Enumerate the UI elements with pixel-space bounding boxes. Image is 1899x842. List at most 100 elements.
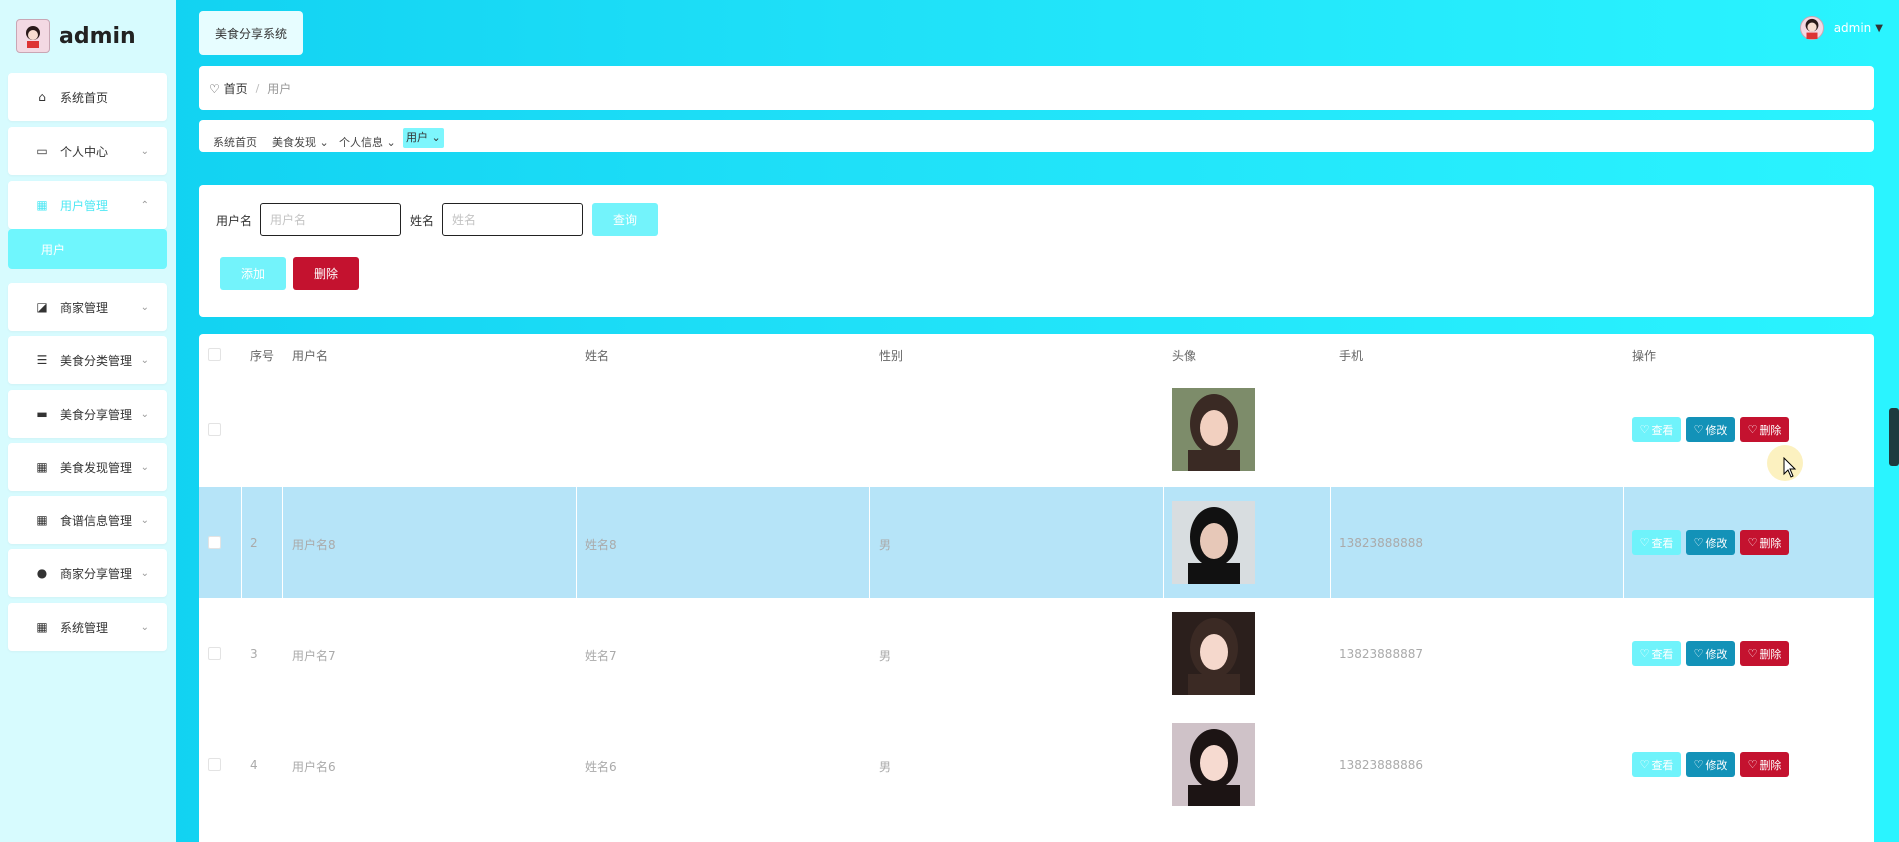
delete-button[interactable]: ♡ 删除	[1740, 530, 1789, 555]
column-divider	[1330, 487, 1331, 598]
system-title: 美食分享系统	[214, 26, 287, 41]
user-avatar	[1799, 16, 1824, 40]
cell-name: 姓名6	[585, 759, 617, 774]
row-checkbox[interactable]	[208, 646, 221, 660]
system-title-tab[interactable]: 美食分享系统	[199, 11, 303, 55]
action-label: 删除	[1759, 647, 1782, 661]
cell-name: 姓名7	[585, 648, 617, 663]
sidebar-item-8[interactable]: ● 商家分享管理 ⌄	[8, 549, 167, 597]
username-input[interactable]	[260, 203, 401, 236]
chart-icon: ◪	[36, 300, 48, 314]
sidebar-item-2[interactable]: ▦ 用户管理 ⌃	[8, 181, 167, 229]
cell-phone: 13823888886	[1339, 757, 1423, 772]
edit-button[interactable]: ♡ 修改	[1686, 530, 1735, 555]
sidebar-item-6[interactable]: ▦ 美食发现管理 ⌄	[8, 443, 167, 491]
portrait-icon	[1172, 612, 1255, 695]
column-divider	[869, 487, 870, 598]
heart-icon: ♡	[1747, 758, 1758, 771]
delete-button[interactable]: ♡ 删除	[1740, 641, 1789, 666]
chevron-down-icon: ⌄	[140, 514, 149, 526]
avatar-icon	[26, 26, 40, 48]
heart-icon: ♡	[1639, 647, 1650, 660]
mouse-pointer-icon	[1783, 457, 1797, 478]
breadcrumb-home[interactable]: ♡ 首页	[209, 80, 248, 97]
action-label: 修改	[1705, 647, 1728, 661]
sidebar-item-label: 系统首页	[60, 90, 109, 105]
grid-icon: ▦	[36, 198, 48, 212]
sidebar-item-7[interactable]: ▦ 食谱信息管理 ⌄	[8, 496, 167, 544]
avatar-icon	[1805, 18, 1819, 39]
breadcrumb-separator: /	[255, 81, 260, 95]
action-label: 修改	[1705, 536, 1728, 550]
view-button[interactable]: ♡ 查看	[1632, 752, 1681, 777]
user-menu[interactable]: admin ▼	[1799, 16, 1883, 40]
action-label: 查看	[1651, 758, 1674, 772]
header-username: 用户名	[292, 349, 329, 363]
avatar-image	[1172, 723, 1255, 806]
row-checkbox[interactable]	[208, 422, 221, 436]
view-button[interactable]: ♡ 查看	[1632, 641, 1681, 666]
tag-home[interactable]: 系统首页	[213, 134, 257, 150]
table-row[interactable]: 2 用户名8 姓名8 男 13823888888 ♡ 查看 ♡ 修改 ♡ 删除	[199, 487, 1874, 598]
tag-food-discovery[interactable]: 美食发现 ⌄	[272, 134, 329, 150]
select-all-checkbox[interactable]	[208, 348, 221, 361]
cell-gender: 男	[879, 648, 892, 663]
tag-personal-info[interactable]: 个人信息 ⌄	[339, 134, 396, 150]
sidebar-item-label: 美食发现管理	[60, 460, 133, 475]
sidebar-subitem-label: 用户	[41, 242, 66, 257]
sidebar-item-5[interactable]: ▬ 美食分享管理 ⌄	[8, 390, 167, 438]
view-button[interactable]: ♡ 查看	[1632, 530, 1681, 555]
edit-button[interactable]: ♡ 修改	[1686, 417, 1735, 442]
cell-index: 4	[250, 757, 258, 772]
tags-bar: 系统首页 美食发现 ⌄ 个人信息 ⌄ 用户 ⌄	[199, 120, 1874, 152]
cell-gender: 男	[879, 759, 892, 774]
delete-button[interactable]: ♡ 删除	[1740, 752, 1789, 777]
edit-button[interactable]: ♡ 修改	[1686, 752, 1735, 777]
edit-button[interactable]: ♡ 修改	[1686, 641, 1735, 666]
query-button[interactable]: 查询	[592, 203, 658, 236]
table-row[interactable]: ♡ 查看 ♡ 修改 ♡ 删除	[199, 374, 1874, 485]
action-label: 删除	[1759, 536, 1782, 550]
sidebar-item-3[interactable]: ◪ 商家管理 ⌄	[8, 283, 167, 331]
row-checkbox[interactable]	[208, 757, 221, 771]
briefcase-icon: ▬	[36, 407, 48, 421]
column-divider	[282, 487, 283, 598]
row-checkbox[interactable]	[208, 535, 221, 549]
sidebar-item-1[interactable]: ▭ 个人中心 ⌄	[8, 127, 167, 175]
sidebar-item-0[interactable]: ⌂ 系统首页	[8, 73, 167, 121]
chevron-down-icon: ⌄	[140, 567, 149, 579]
batch-delete-button[interactable]: 删除	[293, 257, 359, 290]
scrollbar-thumb[interactable]	[1889, 408, 1899, 466]
sidebar-item-label: 商家分享管理	[60, 566, 133, 581]
avatar-image	[1172, 388, 1255, 471]
name-input[interactable]	[442, 203, 583, 236]
column-divider	[1163, 487, 1164, 598]
breadcrumb: ♡ 首页 / 用户	[199, 66, 1874, 110]
sidebar-subitem-user[interactable]: 用户	[8, 229, 167, 269]
header-index: 序号	[250, 349, 275, 363]
sidebar-item-9[interactable]: ▦ 系统管理 ⌄	[8, 603, 167, 651]
action-label: 修改	[1705, 758, 1728, 772]
cell-index: 2	[250, 535, 258, 550]
portrait-icon	[1172, 501, 1255, 584]
username-label: 用户名	[216, 214, 253, 228]
chevron-down-icon: ⌄	[140, 621, 149, 633]
heart-icon: ♡	[1693, 647, 1704, 660]
cell-username: 用户名7	[292, 648, 336, 663]
list-icon: ☰	[36, 353, 48, 367]
heart-icon: ♡	[1639, 536, 1650, 549]
tag-user[interactable]: 用户 ⌄	[403, 128, 444, 148]
grid-icon: ▦	[36, 620, 48, 634]
heart-icon: ♡	[1639, 758, 1650, 771]
view-button[interactable]: ♡ 查看	[1632, 417, 1681, 442]
delete-button[interactable]: ♡ 删除	[1740, 417, 1789, 442]
cell-name: 姓名8	[585, 537, 617, 552]
chevron-down-icon: ⌄	[140, 145, 149, 157]
cell-username: 用户名6	[292, 759, 336, 774]
add-button[interactable]: 添加	[220, 257, 286, 290]
heart-icon: ♡	[1747, 647, 1758, 660]
sidebar-item-label: 用户管理	[60, 198, 109, 213]
sidebar-item-4[interactable]: ☰ 美食分类管理 ⌄	[8, 336, 167, 384]
table-row[interactable]: 3 用户名7 姓名7 男 13823888887 ♡ 查看 ♡ 修改 ♡ 删除	[199, 598, 1874, 709]
heart-icon: ♡	[1747, 423, 1758, 436]
